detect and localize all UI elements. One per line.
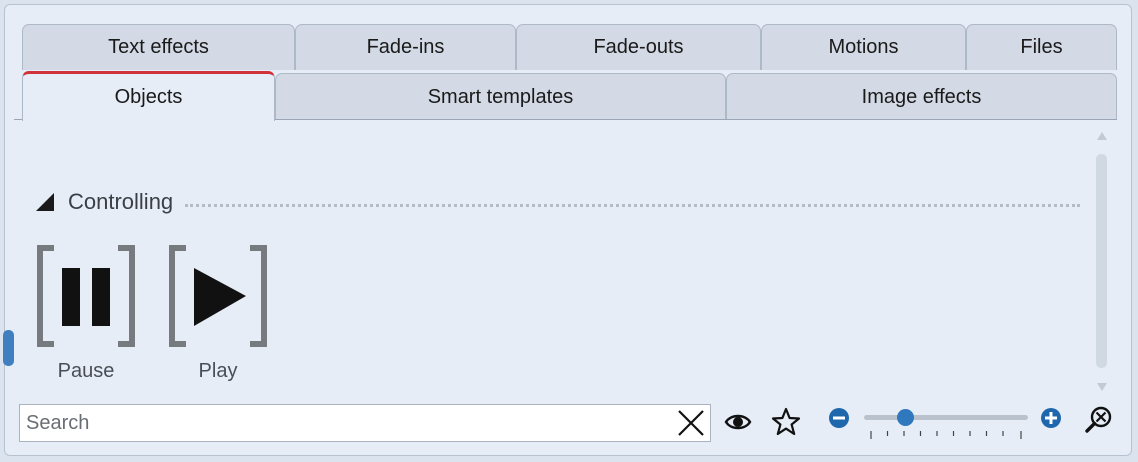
section-divider	[185, 203, 1080, 207]
tab-label: Files	[1020, 36, 1063, 58]
zoom-slider-ticks	[870, 431, 1022, 439]
tab-objects[interactable]: Objects	[22, 71, 275, 121]
play-label: Play	[198, 360, 238, 382]
tab-image-effects[interactable]: Image effects	[726, 73, 1117, 120]
scroll-track[interactable]	[1096, 154, 1107, 368]
play-item[interactable]: Play	[166, 244, 270, 383]
tab-fade-ins[interactable]: Fade-ins	[295, 24, 516, 70]
pause-label: Pause	[57, 360, 115, 382]
collapse-triangle-icon[interactable]	[36, 193, 54, 211]
zoom-slider-track[interactable]	[864, 415, 1028, 420]
tab-fade-outs[interactable]: Fade-outs	[516, 24, 761, 70]
vertical-scrollbar[interactable]	[1093, 128, 1111, 393]
zoom-out-icon[interactable]	[828, 407, 850, 429]
zoom-reset-icon[interactable]	[1084, 405, 1114, 435]
tab-label: Fade-outs	[593, 36, 684, 58]
tab-smart-templates[interactable]: Smart templates	[275, 73, 726, 120]
scroll-down-icon[interactable]	[1097, 383, 1107, 391]
pause-icon	[37, 245, 135, 347]
tab-label: Motions	[828, 36, 899, 58]
tab-motions[interactable]: Motions	[761, 24, 966, 70]
pause-item[interactable]: Pause	[34, 244, 138, 383]
zoom-slider-handle[interactable]	[897, 409, 914, 426]
tab-label: Smart templates	[427, 85, 574, 108]
section-header[interactable]: Controlling	[36, 186, 1080, 218]
zoom-in-icon[interactable]	[1040, 407, 1062, 429]
tab-label: Objects	[114, 86, 183, 108]
tab-files[interactable]: Files	[966, 24, 1117, 70]
search-field[interactable]	[19, 404, 711, 442]
tab-label: Image effects	[861, 85, 982, 108]
clear-search-icon[interactable]	[676, 408, 706, 438]
tab-label: Fade-ins	[366, 36, 445, 58]
search-input[interactable]	[20, 406, 676, 440]
eye-icon[interactable]	[724, 410, 752, 434]
tab-text-effects[interactable]: Text effects	[22, 24, 295, 70]
play-icon	[169, 245, 267, 347]
scroll-up-icon[interactable]	[1097, 132, 1107, 140]
star-icon[interactable]	[771, 407, 801, 437]
scroll-thumb[interactable]	[3, 330, 14, 366]
section-title: Controlling	[68, 189, 174, 214]
tab-label: Text effects	[108, 36, 209, 58]
